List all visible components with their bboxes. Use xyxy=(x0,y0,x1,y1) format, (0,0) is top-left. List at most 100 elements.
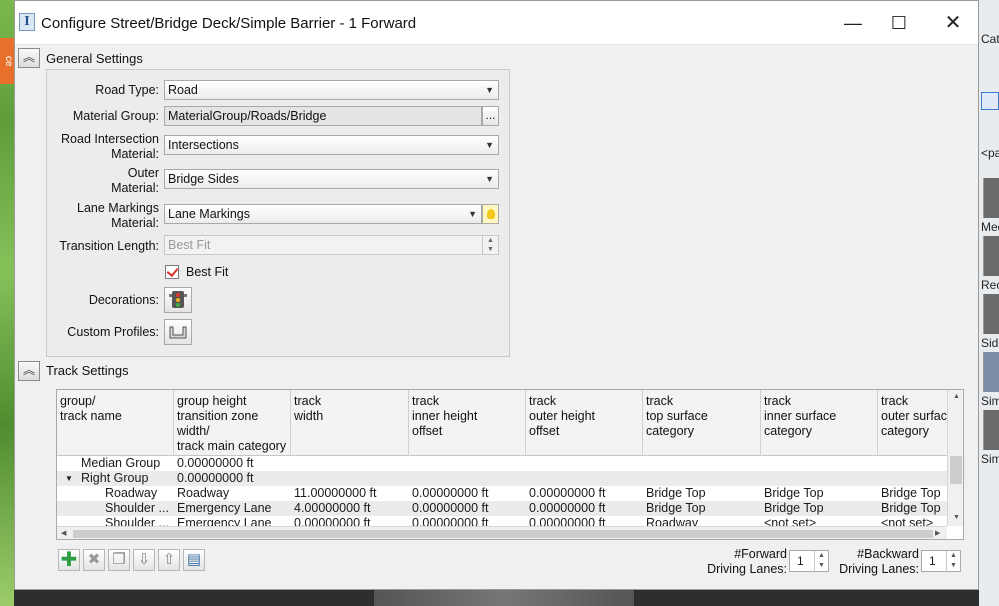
remove-track-button[interactable]: ✖ xyxy=(83,549,105,571)
road-intersection-select[interactable]: Intersections ▼ xyxy=(164,135,499,155)
table-cell: <not set> xyxy=(881,516,934,526)
chevron-down-icon: ▼ xyxy=(485,85,494,95)
expand-arrow-icon[interactable]: ▼ xyxy=(65,471,77,486)
background-text-fragment: <pa xyxy=(981,146,999,160)
lane-markings-label-line1: Lane Markings xyxy=(77,201,159,215)
transition-length-value: Best Fit xyxy=(168,238,211,252)
column-header[interactable]: group/ track name xyxy=(57,390,174,456)
table-cell: Emergency Lane xyxy=(177,516,272,526)
column-header[interactable]: track top surface category xyxy=(643,390,761,456)
scroll-up-icon[interactable]: ▲ xyxy=(953,393,960,400)
column-header[interactable]: track outer surfac category xyxy=(878,390,947,456)
maximize-button[interactable]: ☐ xyxy=(879,9,919,37)
move-down-button[interactable]: ⇩ xyxy=(133,549,155,571)
table-cell: Right Group xyxy=(81,471,149,485)
best-fit-label: Best Fit xyxy=(186,265,229,279)
lane-markings-select[interactable]: Lane Markings ▼ xyxy=(164,204,482,224)
road-intersection-label-line2: Material: xyxy=(111,147,159,161)
table-cell: 0.00000000 ft xyxy=(529,486,606,500)
table-cell: Shoulder ... xyxy=(105,501,169,515)
road-intersection-label-line1: Road Intersection xyxy=(61,132,159,146)
decorations-button[interactable] xyxy=(164,287,192,313)
chevron-down-icon: ▼ xyxy=(485,174,494,184)
table-cell: Bridge Top xyxy=(764,486,824,500)
table-cell: Bridge Top xyxy=(881,501,941,515)
copy-icon: ❐ xyxy=(112,551,126,568)
collapse-track-button[interactable]: ︽ xyxy=(18,361,40,381)
lane-markings-label: Lane Markings Material: xyxy=(55,201,159,231)
table-row[interactable]: ▼ Right Group 0.00000000 ft xyxy=(57,471,947,486)
background-panel-icon xyxy=(981,92,999,110)
table-cell: Roadway xyxy=(646,516,699,526)
table-cell: Roadway xyxy=(105,486,158,500)
close-button[interactable]: ✕ xyxy=(933,9,973,37)
background-left-strip: ce xyxy=(0,0,14,606)
table-cell: 0.00000000 ft xyxy=(412,486,489,500)
track-settings-label: Track Settings xyxy=(46,363,129,378)
track-table[interactable]: group/ track name group height transitio… xyxy=(56,389,964,540)
table-cell: 0.00000000 ft xyxy=(529,516,606,526)
column-header[interactable]: group height transition zone width/ trac… xyxy=(174,390,291,456)
road-type-value: Road xyxy=(168,83,198,97)
material-group-value: MaterialGroup/Roads/Bridge xyxy=(168,109,327,123)
background-text-fragment: Side xyxy=(981,336,999,350)
title-bar[interactable]: I Configure Street/Bridge Deck/Simple Ba… xyxy=(15,1,978,45)
road-type-select[interactable]: Road ▼ xyxy=(164,80,499,100)
table-row[interactable]: Shoulder ... Emergency Lane 4.00000000 f… xyxy=(57,501,947,516)
general-settings-label: General Settings xyxy=(46,51,143,66)
scroll-down-icon[interactable]: ▼ xyxy=(953,514,960,521)
chevron-up-icon: ︽ xyxy=(22,363,35,377)
forward-lanes-label-line2: Driving Lanes: xyxy=(707,562,787,576)
column-header[interactable]: track inner height offset xyxy=(409,390,526,456)
background-thumbnail xyxy=(983,236,999,276)
background-text-fragment: Sim xyxy=(981,452,999,466)
horizontal-scroll-thumb[interactable] xyxy=(73,530,933,538)
background-text-fragment: Rec xyxy=(981,278,999,292)
backward-lanes-label-line2: Driving Lanes: xyxy=(839,562,919,576)
material-group-browse-button[interactable]: ... xyxy=(482,106,499,126)
vertical-scroll-thumb[interactable] xyxy=(950,456,962,484)
add-icon: ✚ xyxy=(60,549,78,571)
spin-arrows-icon[interactable]: ▲ ▼ xyxy=(946,551,960,571)
table-row[interactable]: Roadway Roadway 11.00000000 ft 0.0000000… xyxy=(57,486,947,501)
decorations-label: Decorations: xyxy=(88,293,159,307)
collapse-general-button[interactable]: ︽ xyxy=(18,48,40,68)
minimize-button[interactable]: — xyxy=(833,9,873,37)
scroll-right-icon[interactable]: ▶ xyxy=(935,529,940,537)
backward-lanes-label-line1: #Backward xyxy=(857,547,919,561)
remove-icon: ✖ xyxy=(87,551,101,568)
profile-shape-icon xyxy=(169,326,187,339)
best-fit-checkbox[interactable] xyxy=(165,265,179,279)
move-up-button[interactable]: ⇧ xyxy=(158,549,180,571)
copy-track-button[interactable]: ❐ xyxy=(108,549,130,571)
forward-lanes-value: 1 xyxy=(797,554,804,568)
table-row[interactable]: Shoulder ... Emergency Lane 0.00000000 f… xyxy=(57,516,947,526)
edit-track-button[interactable]: ▤ xyxy=(183,549,205,571)
backward-lanes-spinbox[interactable]: 1 ▲ ▼ xyxy=(921,550,961,572)
road-type-label: Road Type: xyxy=(95,83,159,97)
column-header[interactable]: track inner surface category xyxy=(761,390,878,456)
window-title: Configure Street/Bridge Deck/Simple Barr… xyxy=(41,15,417,32)
table-cell: Bridge Top xyxy=(881,486,941,500)
custom-profiles-label: Custom Profiles: xyxy=(67,325,159,339)
table-cell: 11.00000000 ft xyxy=(294,486,377,500)
custom-profiles-button[interactable] xyxy=(164,319,192,345)
column-header[interactable]: track width xyxy=(291,390,409,456)
table-cell: 0.00000000 ft xyxy=(177,471,254,485)
table-row[interactable]: Median Group 0.00000000 ft xyxy=(57,456,947,471)
transition-length-spinbox: Best Fit ▲ ▼ xyxy=(164,235,499,255)
table-cell: Shoulder ... xyxy=(105,516,169,526)
lightbulb-icon xyxy=(486,209,495,219)
vertical-scrollbar[interactable]: ▲ ▼ xyxy=(947,390,963,526)
horizontal-scrollbar[interactable]: ◀ ▶ xyxy=(57,526,947,539)
outer-material-select[interactable]: Bridge Sides ▼ xyxy=(164,169,499,189)
lane-markings-hint-button[interactable] xyxy=(482,204,499,224)
transition-length-label: Transition Length: xyxy=(59,239,159,253)
add-track-button[interactable]: ✚ xyxy=(58,549,80,571)
chevron-down-icon: ▼ xyxy=(485,140,494,150)
table-cell: Roadway xyxy=(177,486,230,500)
scroll-left-icon[interactable]: ◀ xyxy=(61,529,66,537)
table-cell: 0.00000000 ft xyxy=(177,456,254,470)
table-cell: Emergency Lane xyxy=(177,501,272,515)
column-header[interactable]: track outer height offset xyxy=(526,390,643,456)
